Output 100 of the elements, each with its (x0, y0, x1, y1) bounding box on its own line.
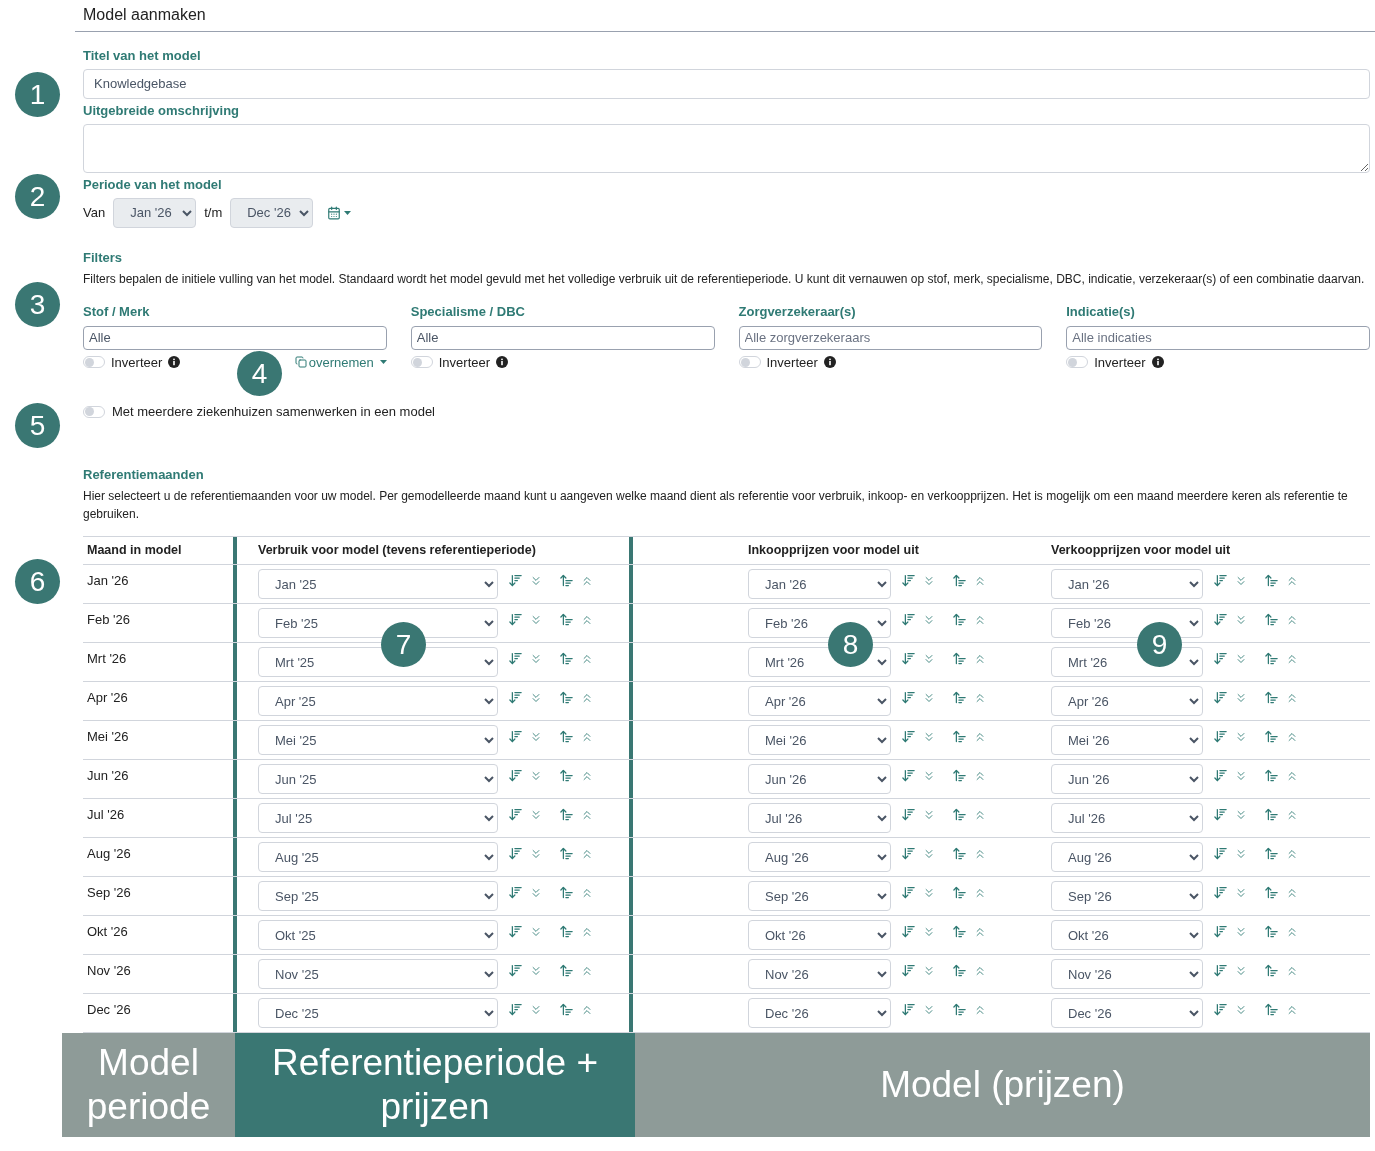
sort-down-icon[interactable] (901, 885, 916, 900)
month-select[interactable]: Dec '26 (1051, 998, 1203, 1028)
month-select[interactable]: Jul '26 (1051, 803, 1203, 833)
sort-up-icon[interactable] (559, 651, 574, 666)
sort-down-icon[interactable] (508, 846, 523, 861)
sort-up-icon[interactable] (952, 1002, 967, 1017)
sort-down-icon[interactable] (508, 963, 523, 978)
description-textarea[interactable] (83, 124, 1370, 173)
month-select[interactable]: Mei '26 (748, 725, 891, 755)
sort-down-icon[interactable] (508, 690, 523, 705)
sort-up-icon[interactable] (1264, 1002, 1279, 1017)
sort-down-icon[interactable] (1213, 807, 1228, 822)
sort-up-icon[interactable] (1264, 729, 1279, 744)
sort-down-icon[interactable] (901, 612, 916, 627)
sort-up-icon[interactable] (1264, 690, 1279, 705)
filter-input[interactable]: Alle zorgverzekeraars (738, 325, 1043, 350)
sort-up-icon[interactable] (952, 885, 967, 900)
sort-down-icon[interactable] (901, 963, 916, 978)
sort-up-icon[interactable] (952, 573, 967, 588)
month-select[interactable]: Sep '26 (748, 881, 891, 911)
month-select[interactable]: Nov '26 (1051, 959, 1203, 989)
sort-up-icon[interactable] (1264, 846, 1279, 861)
month-select[interactable]: Jun '26 (1051, 764, 1203, 794)
month-select[interactable]: Sep '26 (1051, 881, 1203, 911)
sort-up-icon[interactable] (1264, 963, 1279, 978)
sort-up-icon[interactable] (559, 924, 574, 939)
sort-up-icon[interactable] (952, 729, 967, 744)
sort-down-icon[interactable] (1213, 573, 1228, 588)
sort-down-icon[interactable] (901, 729, 916, 744)
sort-down-icon[interactable] (901, 690, 916, 705)
sort-down-icon[interactable] (901, 573, 916, 588)
sort-up-icon[interactable] (952, 690, 967, 705)
caret-icon[interactable] (344, 210, 352, 215)
month-select[interactable]: Dec '25 (258, 998, 498, 1028)
month-select[interactable]: Aug '26 (1051, 842, 1203, 872)
month-select[interactable]: Okt '25 (258, 920, 498, 950)
sort-down-icon[interactable] (508, 924, 523, 939)
toggle-switch[interactable] (1066, 356, 1089, 369)
sort-up-icon[interactable] (559, 690, 574, 705)
sort-down-icon[interactable] (508, 885, 523, 900)
sort-down-icon[interactable] (508, 1002, 523, 1017)
month-select[interactable]: Sep '25 (258, 881, 498, 911)
sort-down-icon[interactable] (1213, 612, 1228, 627)
month-select[interactable]: Aug '26 (748, 842, 891, 872)
sort-down-icon[interactable] (901, 651, 916, 666)
sort-up-icon[interactable] (952, 963, 967, 978)
month-select[interactable]: Aug '25 (258, 842, 498, 872)
month-select[interactable]: Jun '26 (748, 764, 891, 794)
sort-down-icon[interactable] (1213, 690, 1228, 705)
filter-input[interactable]: Alle (410, 325, 715, 350)
month-select[interactable]: Jul '26 (748, 803, 891, 833)
sort-up-icon[interactable] (559, 729, 574, 744)
sort-up-icon[interactable] (559, 612, 574, 627)
sort-up-icon[interactable] (559, 846, 574, 861)
month-select[interactable]: Dec '26 (748, 998, 891, 1028)
filter-input[interactable]: Alle indicaties (1066, 325, 1370, 350)
sort-down-icon[interactable] (508, 612, 523, 627)
sort-up-icon[interactable] (559, 1002, 574, 1017)
sort-up-icon[interactable] (559, 885, 574, 900)
sort-down-icon[interactable] (1213, 846, 1228, 861)
sort-up-icon[interactable] (952, 768, 967, 783)
title-input[interactable]: Knowledgebase (83, 68, 1370, 99)
sort-down-icon[interactable] (901, 768, 916, 783)
sort-down-icon[interactable] (1213, 885, 1228, 900)
sort-up-icon[interactable] (1264, 651, 1279, 666)
month-select[interactable]: Jan '25 (258, 569, 498, 599)
sort-down-icon[interactable] (1213, 924, 1228, 939)
toggle-switch[interactable] (83, 356, 105, 369)
caret-icon[interactable] (379, 360, 387, 365)
sort-up-icon[interactable] (952, 651, 967, 666)
month-select[interactable]: Apr '26 (1051, 686, 1203, 716)
toggle-switch[interactable] (410, 356, 433, 369)
sort-down-icon[interactable] (508, 729, 523, 744)
sort-up-icon[interactable] (559, 963, 574, 978)
month-select[interactable]: Nov '25 (258, 959, 498, 989)
copy-icon[interactable] (294, 356, 307, 369)
copy-link[interactable]: overnemen (308, 352, 374, 372)
sort-up-icon[interactable] (1264, 573, 1279, 588)
sort-down-icon[interactable] (508, 807, 523, 822)
month-select[interactable]: Okt '26 (748, 920, 891, 950)
month-select[interactable]: Jun '25 (258, 764, 498, 794)
sort-down-icon[interactable] (1213, 1002, 1228, 1017)
sort-up-icon[interactable] (1264, 924, 1279, 939)
month-select[interactable]: Jul '25 (258, 803, 498, 833)
sort-down-icon[interactable] (1213, 768, 1228, 783)
sort-down-icon[interactable] (1213, 963, 1228, 978)
calendar-icon[interactable] (327, 205, 342, 220)
sort-up-icon[interactable] (559, 807, 574, 822)
sort-up-icon[interactable] (559, 573, 574, 588)
sort-down-icon[interactable] (508, 651, 523, 666)
sort-down-icon[interactable] (901, 1002, 916, 1017)
sort-up-icon[interactable] (952, 612, 967, 627)
sort-down-icon[interactable] (901, 924, 916, 939)
sort-up-icon[interactable] (952, 807, 967, 822)
sort-up-icon[interactable] (1264, 612, 1279, 627)
sort-down-icon[interactable] (1213, 651, 1228, 666)
month-select[interactable]: Jan '26 (748, 569, 891, 599)
sort-up-icon[interactable] (952, 846, 967, 861)
sort-up-icon[interactable] (1264, 807, 1279, 822)
month-select[interactable]: Mei '26 (1051, 725, 1203, 755)
